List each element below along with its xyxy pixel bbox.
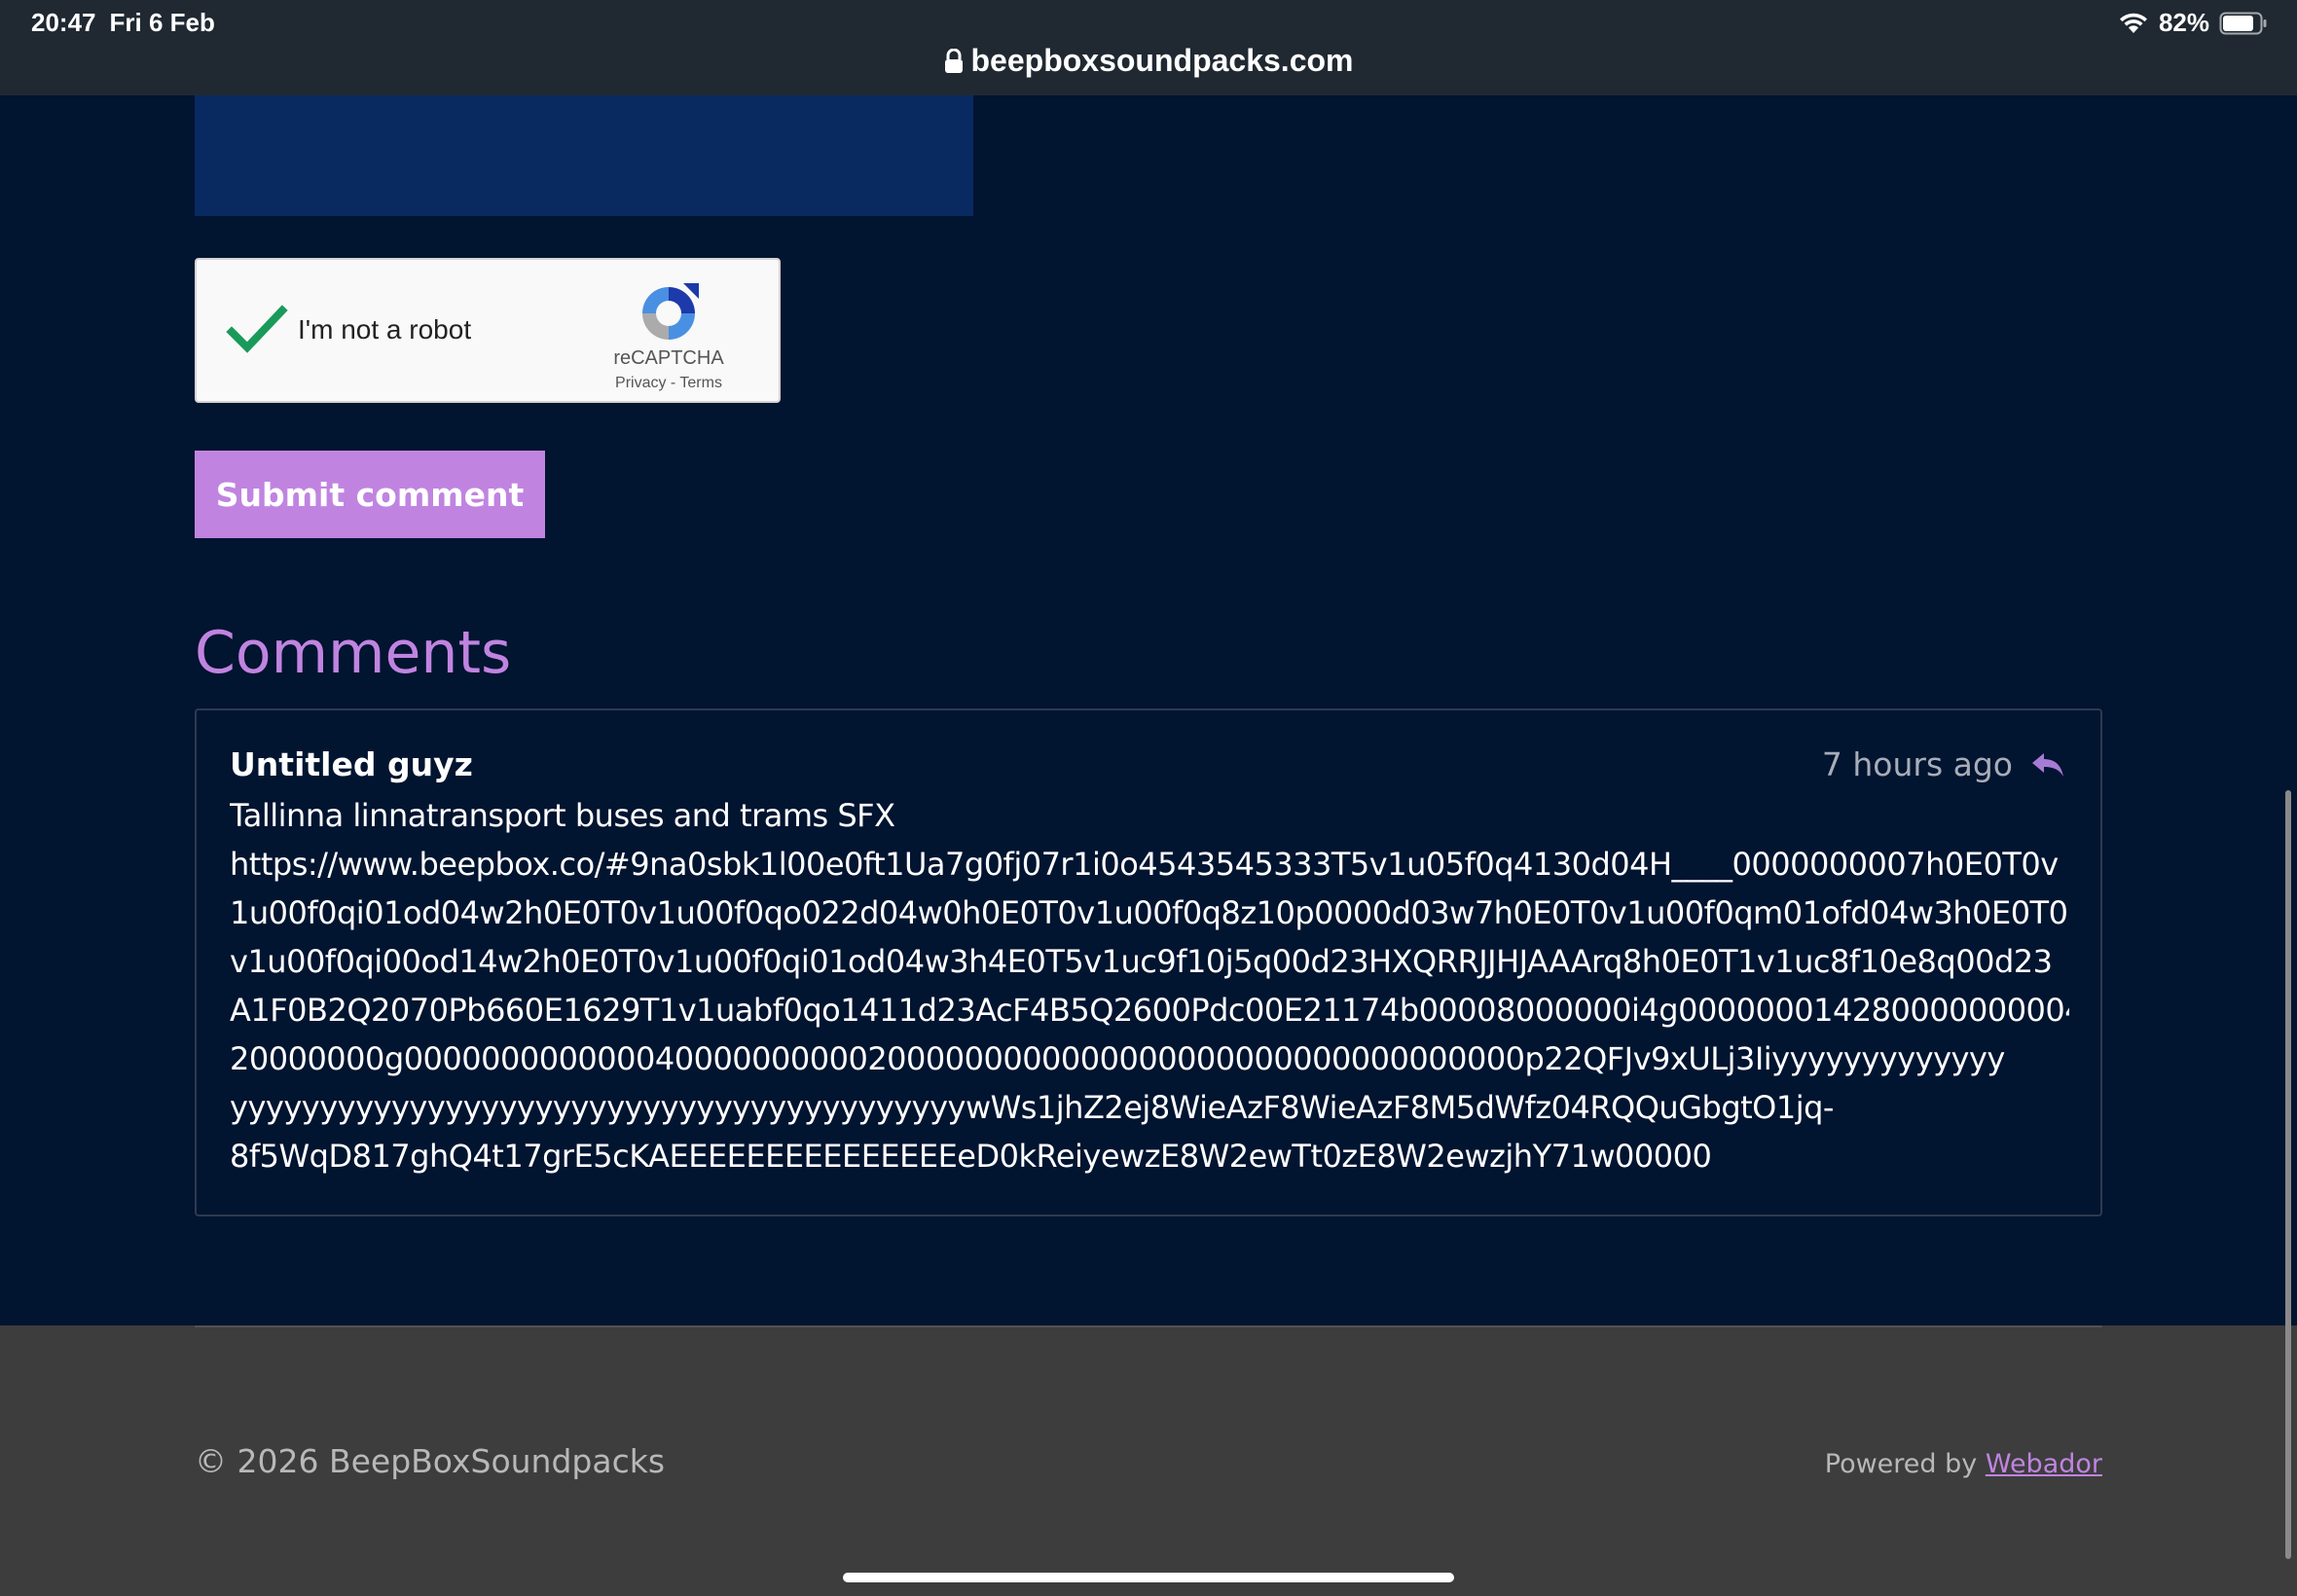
recaptcha-logo-icon xyxy=(635,279,703,347)
comment-line: 20000000g0000000000000400000000002000000… xyxy=(230,1040,2005,1077)
comments-heading: Comments xyxy=(195,619,512,687)
status-indicators: 82% xyxy=(2118,8,2268,38)
powered-by-prefix: Powered by xyxy=(1824,1449,1986,1479)
comment-line: v1u00f0qi00od14w2h0E0T0v1u00f0qi01od04w3… xyxy=(230,943,2053,980)
comment-item: Untitled guyz 7 hours ago Tallinna linna… xyxy=(195,708,2102,1216)
battery-percentage: 82% xyxy=(2158,8,2209,37)
recaptcha-widget: I'm not a robot reCAPTCHA Privacy - Term… xyxy=(195,258,781,403)
comment-line: 8f5WqD817ghQ4t17grE5cKAEEEEEEEEEEEEEEEeD… xyxy=(230,1138,1712,1175)
status-time: 20:47 xyxy=(31,8,96,37)
page-url: beepboxsoundpacks.com xyxy=(970,43,1354,78)
recaptcha-brand: reCAPTCHA xyxy=(613,347,724,369)
footer-divider xyxy=(195,1325,2102,1327)
footer-copyright: © 2026 BeepBoxSoundpacks xyxy=(195,1442,666,1480)
battery-icon xyxy=(2219,11,2268,36)
recaptcha-terms-link[interactable]: Terms xyxy=(679,375,722,391)
comment-textarea[interactable] xyxy=(195,95,973,216)
recaptcha-privacy-link[interactable]: Privacy xyxy=(615,375,666,391)
reply-icon[interactable] xyxy=(2030,750,2065,780)
lock-icon xyxy=(944,46,964,82)
comment-line: Tallinna linnatransport buses and trams … xyxy=(230,797,895,834)
comment-line: https://www.beepbox.co/#9na0sbk1l00e0ft1… xyxy=(230,846,2059,883)
comment-timestamp: 7 hours ago xyxy=(1821,745,2013,783)
scrollbar-thumb[interactable] xyxy=(2285,790,2291,1559)
recaptcha-links: Privacy - Terms xyxy=(586,375,751,392)
comment-author: Untitled guyz xyxy=(230,745,473,783)
page-footer: © 2026 BeepBoxSoundpacks Powered by Weba… xyxy=(0,1325,2297,1596)
webador-link[interactable]: Webador xyxy=(1986,1449,2102,1479)
recaptcha-label[interactable]: I'm not a robot xyxy=(298,314,471,345)
comment-meta: 7 hours ago xyxy=(1822,745,2065,783)
status-clock: 20:47 Fri 6 Feb xyxy=(31,8,215,38)
recaptcha-link-separator: - xyxy=(666,375,680,391)
submit-comment-button[interactable]: Submit comment xyxy=(195,451,545,538)
footer-powered-by: Powered by Webador xyxy=(1825,1449,2102,1479)
address-bar[interactable]: beepboxsoundpacks.com xyxy=(0,43,2297,82)
comment-body: Tallinna linnatransport buses and trams … xyxy=(230,791,2069,1180)
wifi-icon xyxy=(2118,12,2149,35)
status-date: Fri 6 Feb xyxy=(109,8,215,37)
comment-line: 1u00f0qi01od04w2h0E0T0v1u00f0qo022d04w0h… xyxy=(230,894,2068,931)
comment-line: yyyyyyyyyyyyyyyyyyyyyyyyyyyyyyyyyyyyyyyy… xyxy=(230,1089,1834,1126)
comment-line: A1F0B2Q2070Pb660E1629T1v1uabf0qo1411d23A… xyxy=(230,992,2069,1029)
browser-status-bar: 20:47 Fri 6 Feb 82% beepboxsoundpacks.com xyxy=(0,0,2297,95)
home-indicator[interactable] xyxy=(843,1573,1454,1582)
recaptcha-checkmark-icon[interactable] xyxy=(226,299,288,361)
